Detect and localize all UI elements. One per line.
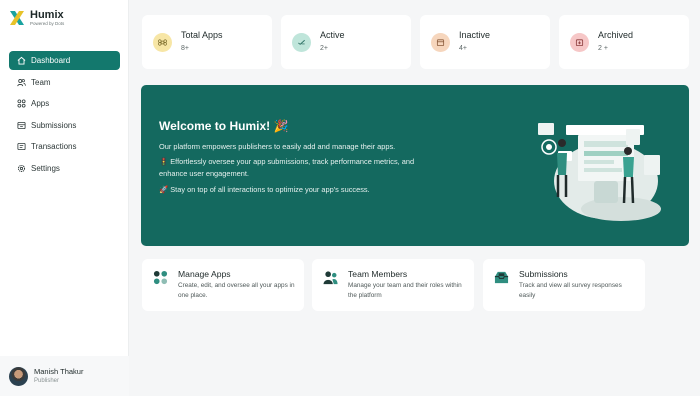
sidebar-item-settings[interactable]: Settings — [9, 159, 120, 178]
welcome-banner: Welcome to Humix! 🎉 Our platform empower… — [141, 85, 689, 246]
sidebar-item-team[interactable]: Team — [9, 73, 120, 92]
stat-count: 2+ — [320, 45, 328, 52]
sidebar-item-label: Submissions — [31, 120, 77, 130]
feature-description: Track and view all survey responses easi… — [519, 282, 622, 299]
sidebar-nav: Dashboard Team Apps Submissions Transact… — [9, 51, 120, 180]
humix-logo-icon — [10, 11, 24, 25]
user-role: Publisher — [34, 377, 60, 384]
feature-title: Submissions — [519, 269, 568, 279]
user-profile[interactable]: Manish Thakur Publisher — [0, 356, 129, 396]
feature-card-team-members[interactable]: Team Members Manage your team and their … — [312, 259, 474, 311]
apps-grid-icon — [153, 270, 168, 285]
sidebar-item-label: Transactions — [31, 142, 77, 151]
welcome-text-intro: Our platform empowers publishers to easi… — [159, 142, 396, 151]
team-illustration — [538, 123, 661, 221]
stat-card-active[interactable]: Active 2+ — [281, 15, 411, 69]
stat-card-total-apps[interactable]: Total Apps 8+ — [142, 15, 272, 69]
feature-title: Team Members — [348, 269, 408, 279]
stat-card-archived[interactable]: Archived 2 + — [559, 15, 689, 69]
sidebar-item-label: Team — [31, 77, 51, 87]
welcome-title: Welcome to Humix! 🎉 — [159, 119, 289, 133]
stat-card-inactive[interactable]: Inactive 4+ — [420, 15, 550, 69]
box-icon — [431, 32, 450, 52]
sidebar-item-label: Apps — [31, 99, 50, 108]
welcome-text-optimize: 🚀 Stay on top of all interactions to opt… — [159, 185, 370, 194]
user-name: Manish Thakur — [34, 366, 84, 376]
sidebar-item-submissions[interactable]: Submissions — [9, 116, 120, 135]
archive-icon — [570, 32, 589, 52]
sidebar-item-dashboard[interactable]: Dashboard — [9, 51, 120, 70]
sidebar-item-label: Dashboard — [31, 56, 71, 65]
sidebar-item-apps[interactable]: Apps — [9, 94, 120, 113]
avatar — [9, 366, 28, 386]
stat-label: Total Apps — [181, 30, 223, 40]
sidebar: Humix Powered by Dots Dashboard Team App… — [0, 0, 129, 396]
receipt-icon — [17, 142, 26, 151]
command-icon — [153, 32, 172, 52]
brand-logo[interactable]: Humix Powered by Dots — [9, 9, 64, 27]
stat-label: Active — [320, 30, 345, 40]
feature-card-submissions[interactable]: Submissions Track and view all survey re… — [483, 259, 645, 311]
home-icon — [17, 56, 26, 65]
stat-label: Archived — [598, 30, 634, 40]
stat-label: Inactive — [459, 30, 491, 40]
gear-icon — [17, 164, 26, 173]
brand-name: Humix — [30, 9, 64, 21]
stat-count: 4+ — [459, 45, 467, 52]
brand-tagline: Powered by Dots — [30, 21, 65, 26]
inbox-tray-icon — [494, 271, 509, 284]
apps-icon — [17, 99, 26, 108]
inbox-icon — [17, 121, 26, 130]
feature-title: Manage Apps — [178, 269, 231, 279]
feature-description: Create, edit, and oversee all your apps … — [178, 282, 295, 299]
stat-count: 2 + — [598, 45, 608, 52]
feature-description: Manage your team and their roles within … — [348, 282, 462, 299]
team-icon — [323, 271, 338, 285]
sidebar-item-label: Settings — [31, 163, 60, 173]
users-icon — [17, 78, 26, 87]
feature-card-manage-apps[interactable]: Manage Apps Create, edit, and oversee al… — [142, 259, 304, 311]
welcome-text-oversee: 🚦 Effortlessly oversee your app submissi… — [159, 157, 415, 178]
stat-count: 8+ — [181, 45, 189, 52]
sidebar-item-transactions[interactable]: Transactions — [9, 137, 120, 156]
check-icon — [292, 32, 311, 52]
